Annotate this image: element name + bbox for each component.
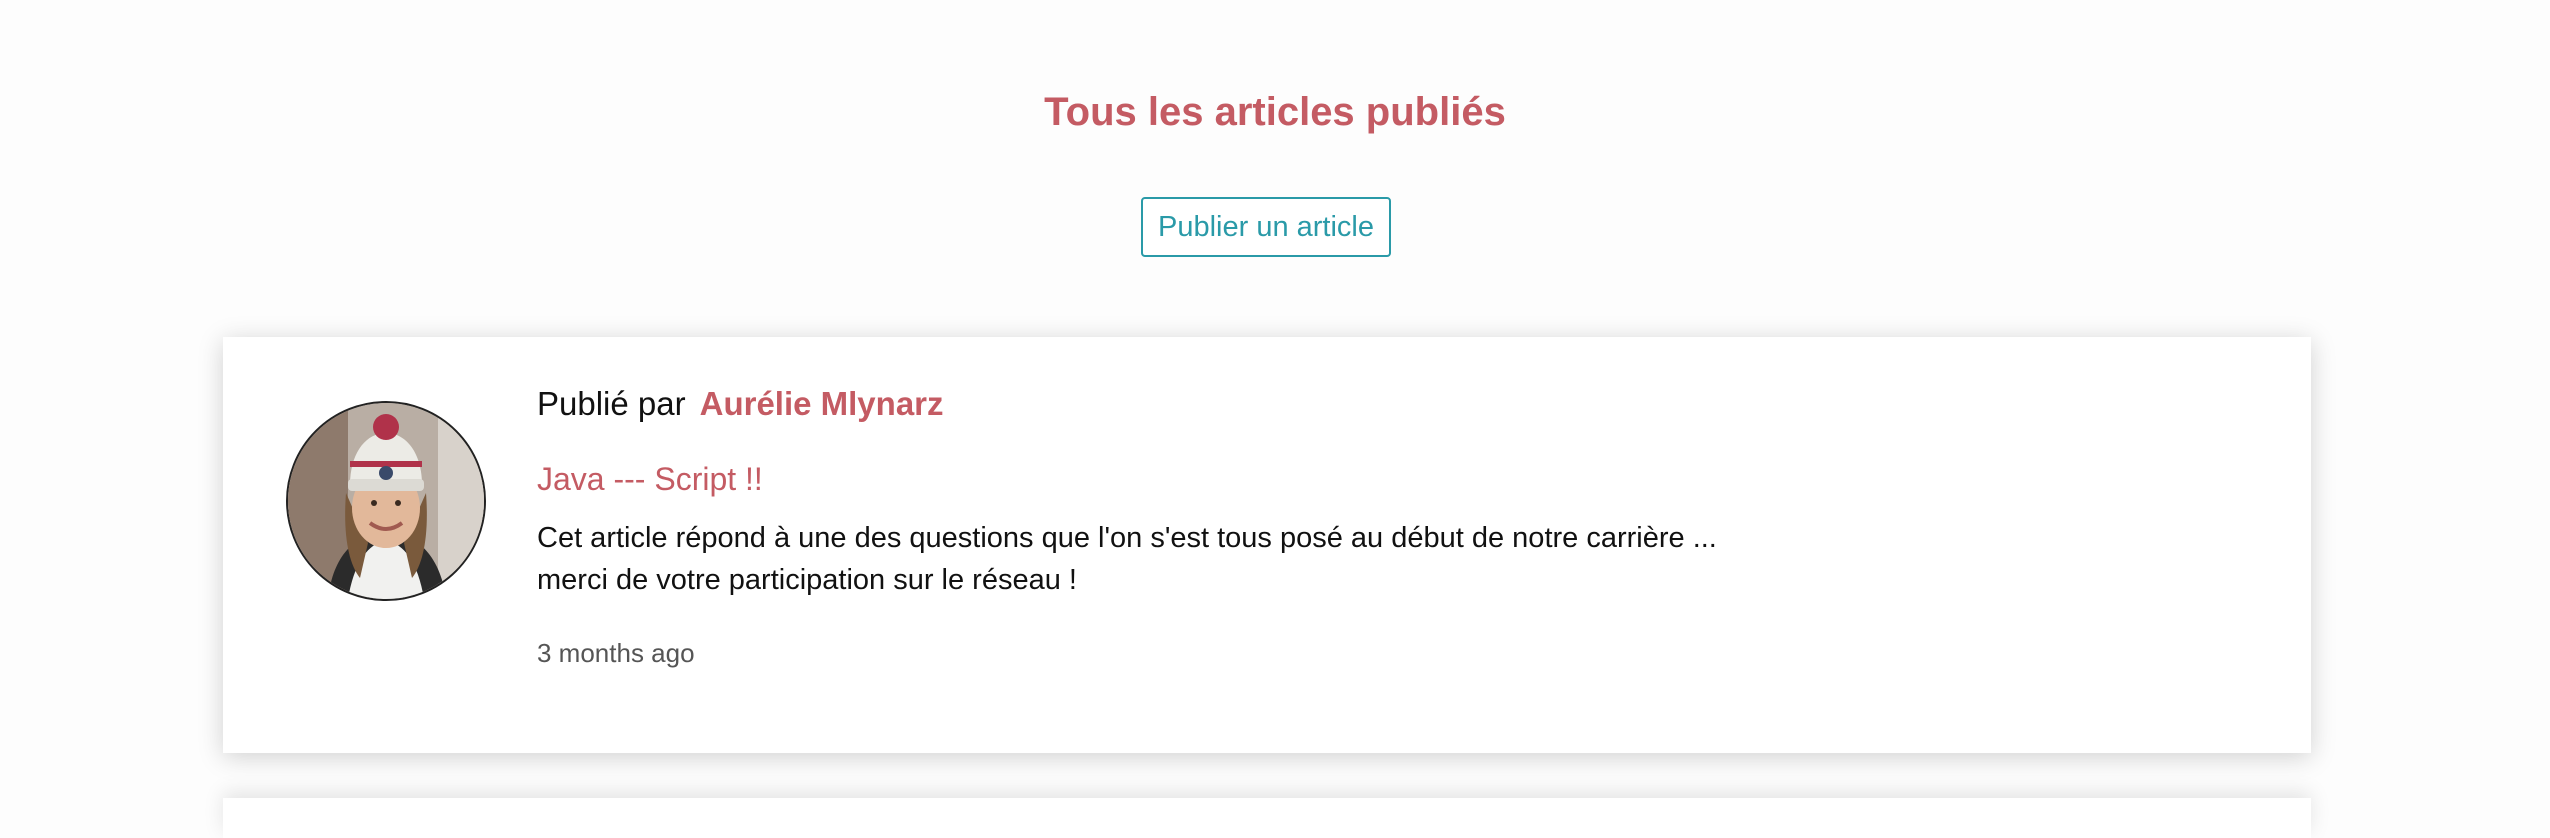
author-photo-icon [288,403,484,599]
author-avatar[interactable] [286,401,486,601]
page-title: Tous les articles publiés [1044,90,1506,134]
publish-article-button[interactable]: Publier un article [1141,197,1391,257]
next-article-card[interactable] [223,798,2311,838]
article-card[interactable]: Publié par Aurélie Mlynarz Java --- Scrip… [223,337,2311,753]
byline: Publié par Aurélie Mlynarz [537,380,944,428]
article-excerpt: Cet article répond à une des questions q… [537,517,1937,601]
article-timestamp: 3 months ago [537,638,695,668]
author-name[interactable]: Aurélie Mlynarz [700,385,944,422]
excerpt-line: Cet article répond à une des questions q… [537,522,1717,554]
excerpt-line: merci de votre participation sur le rése… [537,564,1077,596]
article-title[interactable]: Java --- Script !! [537,457,763,501]
byline-prefix: Publié par [537,385,686,422]
